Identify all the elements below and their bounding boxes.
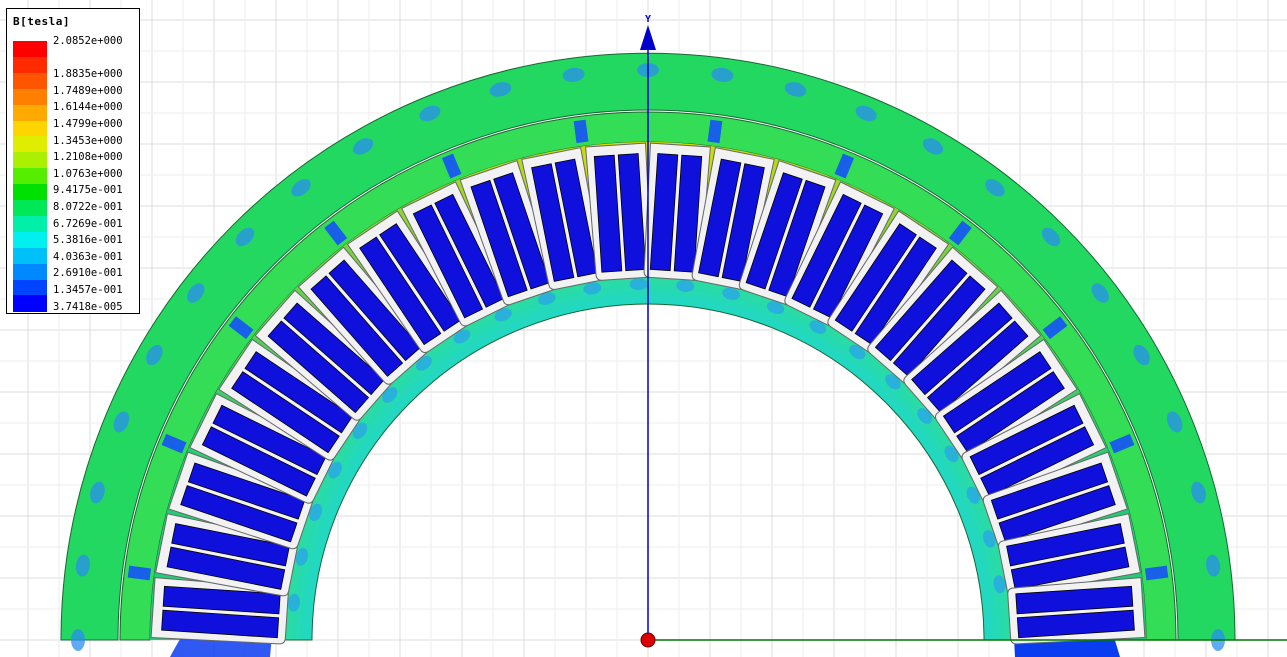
legend-swatch <box>13 168 47 185</box>
legend-swatch <box>13 72 47 90</box>
legend-value-label: 1.7489e+000 <box>53 84 123 97</box>
legend-value-label: 2.0852e+000 <box>53 35 123 47</box>
legend-swatch <box>13 263 47 281</box>
legend-value-label: 9.4175e-001 <box>53 184 123 197</box>
legend-value-label: 1.6144e+000 <box>53 101 123 114</box>
y-axis-label: Y <box>645 14 651 25</box>
legend-swatch <box>13 184 47 201</box>
legend-value-label: 1.0763e+000 <box>53 167 123 180</box>
legend-value-label: 1.4799e+000 <box>53 118 123 130</box>
color-legend[interactable]: B[tesla] 2.0852e+000 1.8835e+000 1.7489e+0… <box>6 8 140 314</box>
legend-swatch <box>13 152 47 169</box>
y-axis-arrowhead <box>640 25 656 50</box>
legend-swatch <box>13 247 47 265</box>
legend-value-label: 1.3457e-001 <box>53 284 123 296</box>
legend-swatch <box>13 295 47 312</box>
legend-swatch <box>13 200 47 217</box>
legend-value-label: 8.0722e-001 <box>53 201 123 213</box>
legend-value-label: 1.3453e+000 <box>53 134 123 147</box>
legend-value-label: 2.6910e-001 <box>53 267 123 280</box>
legend-swatch <box>13 41 47 58</box>
legend-value-label: 3.7418e-005 <box>53 300 123 313</box>
field-plot-canvas[interactable]: Y <box>0 0 1287 657</box>
legend-value-label: 1.8835e+000 <box>53 68 123 81</box>
stator-slot[interactable] <box>585 142 655 281</box>
legend-swatch <box>13 120 47 137</box>
stator-slot[interactable] <box>1007 577 1146 647</box>
legend-swatch <box>13 104 47 122</box>
field-plot-viewport[interactable]: Y B[tesla] 2.0852e+000 1.8835e+000 1.7489e… <box>0 0 1287 657</box>
legend-value-label: 5.3816e-001 <box>53 234 123 247</box>
legend-swatch <box>13 279 47 296</box>
legend-swatch <box>13 231 47 249</box>
legend-value-label: 6.7269e-001 <box>53 217 123 230</box>
legend-value-label: 1.2108e+000 <box>53 151 123 164</box>
legend-swatch <box>13 136 47 153</box>
legend-title: B[tesla] <box>13 15 70 28</box>
legend-swatch <box>13 56 47 74</box>
legend-swatch <box>13 88 47 106</box>
origin-marker[interactable] <box>640 632 656 648</box>
legend-swatch <box>13 215 47 233</box>
legend-value-label: 4.0363e-001 <box>53 250 123 263</box>
